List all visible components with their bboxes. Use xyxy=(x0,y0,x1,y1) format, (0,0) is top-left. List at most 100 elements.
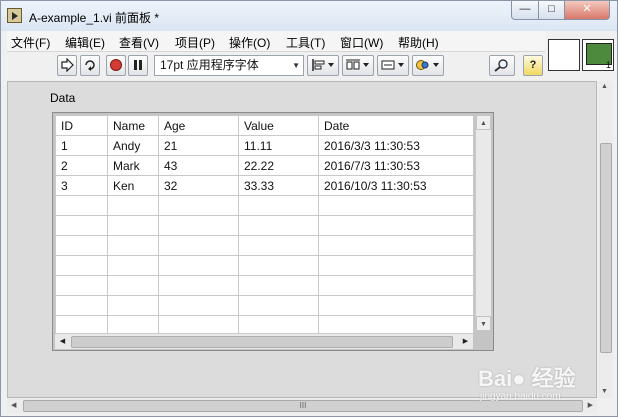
table-cell[interactable]: 33.33 xyxy=(238,175,319,196)
window-scroll-up-icon[interactable]: ▲ xyxy=(601,83,608,90)
table-cell[interactable]: 32 xyxy=(158,175,239,196)
table-row[interactable]: 1 Andy 21 11.11 2016/3/3 11:30:53 xyxy=(55,135,474,156)
table-cell[interactable]: Andy xyxy=(107,135,159,156)
window-scroll-left-icon[interactable]: ◀ xyxy=(11,401,16,409)
table-row[interactable] xyxy=(55,295,474,316)
table-row[interactable] xyxy=(55,235,474,256)
pause-button[interactable] xyxy=(128,55,148,76)
table-cell[interactable]: 11.11 xyxy=(238,135,319,156)
table-cell[interactable] xyxy=(318,295,474,316)
table-cell[interactable] xyxy=(158,215,239,236)
window-vertical-thumb[interactable] xyxy=(600,143,612,353)
font-select[interactable]: 17pt 应用程序字体 ▼ xyxy=(154,55,304,76)
menu-tools[interactable]: 工具(T) xyxy=(286,34,325,51)
scroll-up-icon[interactable]: ▲ xyxy=(476,115,491,130)
table-cell[interactable] xyxy=(158,275,239,296)
align-objects-button[interactable] xyxy=(307,55,339,76)
close-button[interactable]: ✕ xyxy=(564,1,610,20)
table-vertical-scrollbar[interactable]: ▲ ▼ xyxy=(475,115,491,331)
table-cell[interactable] xyxy=(318,215,474,236)
table-cell[interactable]: 1 xyxy=(55,135,108,156)
menu-view[interactable]: 查看(V) xyxy=(119,34,159,51)
menu-window[interactable]: 窗口(W) xyxy=(340,34,383,51)
table-cell[interactable]: 2016/10/3 11:30:53 xyxy=(318,175,474,196)
table-cell[interactable] xyxy=(107,195,159,216)
table-cell[interactable] xyxy=(107,275,159,296)
window-scroll-down-icon[interactable]: ▼ xyxy=(601,388,608,395)
table-cell[interactable] xyxy=(158,295,239,316)
distribute-objects-button[interactable] xyxy=(342,55,374,76)
table-cell[interactable] xyxy=(55,295,108,316)
table-cell[interactable]: 43 xyxy=(158,155,239,176)
scroll-left-icon[interactable]: ◀ xyxy=(55,334,70,349)
table-cell[interactable] xyxy=(238,255,319,276)
table-cell[interactable] xyxy=(55,235,108,256)
table-cell[interactable] xyxy=(55,275,108,296)
scroll-down-icon[interactable]: ▼ xyxy=(476,316,491,331)
menu-operate[interactable]: 操作(O) xyxy=(229,34,270,51)
column-header[interactable]: Value xyxy=(238,115,319,136)
table-cell[interactable]: 2016/7/3 11:30:53 xyxy=(318,155,474,176)
table-cell[interactable] xyxy=(55,215,108,236)
connector-pane-icon[interactable]: 1 xyxy=(582,39,614,71)
scroll-right-icon[interactable]: ▶ xyxy=(458,334,473,349)
table-row[interactable] xyxy=(55,215,474,236)
table-cell[interactable] xyxy=(107,295,159,316)
search-button[interactable] xyxy=(489,55,515,76)
window-vertical-scrollbar[interactable]: ▲ ▼ xyxy=(598,81,613,398)
table-cell[interactable]: 2 xyxy=(55,155,108,176)
table-cell[interactable] xyxy=(318,275,474,296)
minimize-button[interactable]: — xyxy=(511,1,539,20)
data-table[interactable]: ID Name Age Value Date 1 Andy 21 11.11 2016/3/3 1… xyxy=(52,112,494,351)
context-help-button[interactable]: ? xyxy=(523,55,543,76)
run-button[interactable] xyxy=(57,55,77,76)
resize-objects-button[interactable] xyxy=(377,55,409,76)
table-row[interactable]: 3 Ken 32 33.33 2016/10/3 11:30:53 xyxy=(55,175,474,196)
table-cell[interactable] xyxy=(107,255,159,276)
table-cell[interactable]: 2016/3/3 11:30:53 xyxy=(318,135,474,156)
table-cell[interactable] xyxy=(238,215,319,236)
table-cell[interactable] xyxy=(238,275,319,296)
table-cell[interactable] xyxy=(318,255,474,276)
table-cell[interactable] xyxy=(238,195,319,216)
menu-file[interactable]: 文件(F) xyxy=(11,34,50,51)
run-continuously-button[interactable] xyxy=(80,55,100,76)
column-header[interactable]: Name xyxy=(107,115,159,136)
table-grid[interactable]: ID Name Age Value Date 1 Andy 21 11.11 2016/3/3 1… xyxy=(55,115,474,336)
table-row[interactable] xyxy=(55,255,474,276)
table-cell[interactable] xyxy=(55,255,108,276)
vi-icon-pane[interactable] xyxy=(548,39,580,71)
table-row[interactable] xyxy=(55,275,474,296)
table-cell[interactable] xyxy=(107,235,159,256)
table-cell[interactable] xyxy=(318,235,474,256)
menu-project[interactable]: 项目(P) xyxy=(175,34,215,51)
menu-edit[interactable]: 编辑(E) xyxy=(65,34,105,51)
table-cell[interactable]: 3 xyxy=(55,175,108,196)
table-cell[interactable] xyxy=(238,295,319,316)
front-panel-area[interactable]: Data ID Name Age Value Date 1 Andy 21 11.11 2016/… xyxy=(7,81,597,398)
column-header[interactable]: ID xyxy=(55,115,108,136)
maximize-button[interactable]: □ xyxy=(538,1,565,20)
title-bar[interactable]: A-example_1.vi 前面板 * — □ ✕ xyxy=(1,1,617,31)
table-cell[interactable]: Ken xyxy=(107,175,159,196)
table-cell[interactable]: 21 xyxy=(158,135,239,156)
table-cell[interactable]: 22.22 xyxy=(238,155,319,176)
reorder-button[interactable] xyxy=(412,55,444,76)
connector-pane-number: 1 xyxy=(605,60,611,70)
table-row[interactable]: 2 Mark 43 22.22 2016/7/3 11:30:53 xyxy=(55,155,474,176)
column-header[interactable]: Age xyxy=(158,115,239,136)
table-row[interactable] xyxy=(55,195,474,216)
table-horizontal-scrollbar[interactable]: ◀ ▶ xyxy=(55,333,473,349)
table-cell[interactable] xyxy=(238,235,319,256)
menu-help[interactable]: 帮助(H) xyxy=(398,34,439,51)
column-header[interactable]: Date xyxy=(318,115,474,136)
abort-button[interactable] xyxy=(106,55,126,76)
table-cell[interactable] xyxy=(107,215,159,236)
table-cell[interactable] xyxy=(158,195,239,216)
table-cell[interactable] xyxy=(55,195,108,216)
horizontal-scroll-thumb[interactable] xyxy=(71,336,453,348)
table-cell[interactable] xyxy=(318,195,474,216)
table-cell[interactable] xyxy=(158,235,239,256)
table-cell[interactable] xyxy=(158,255,239,276)
table-cell[interactable]: Mark xyxy=(107,155,159,176)
